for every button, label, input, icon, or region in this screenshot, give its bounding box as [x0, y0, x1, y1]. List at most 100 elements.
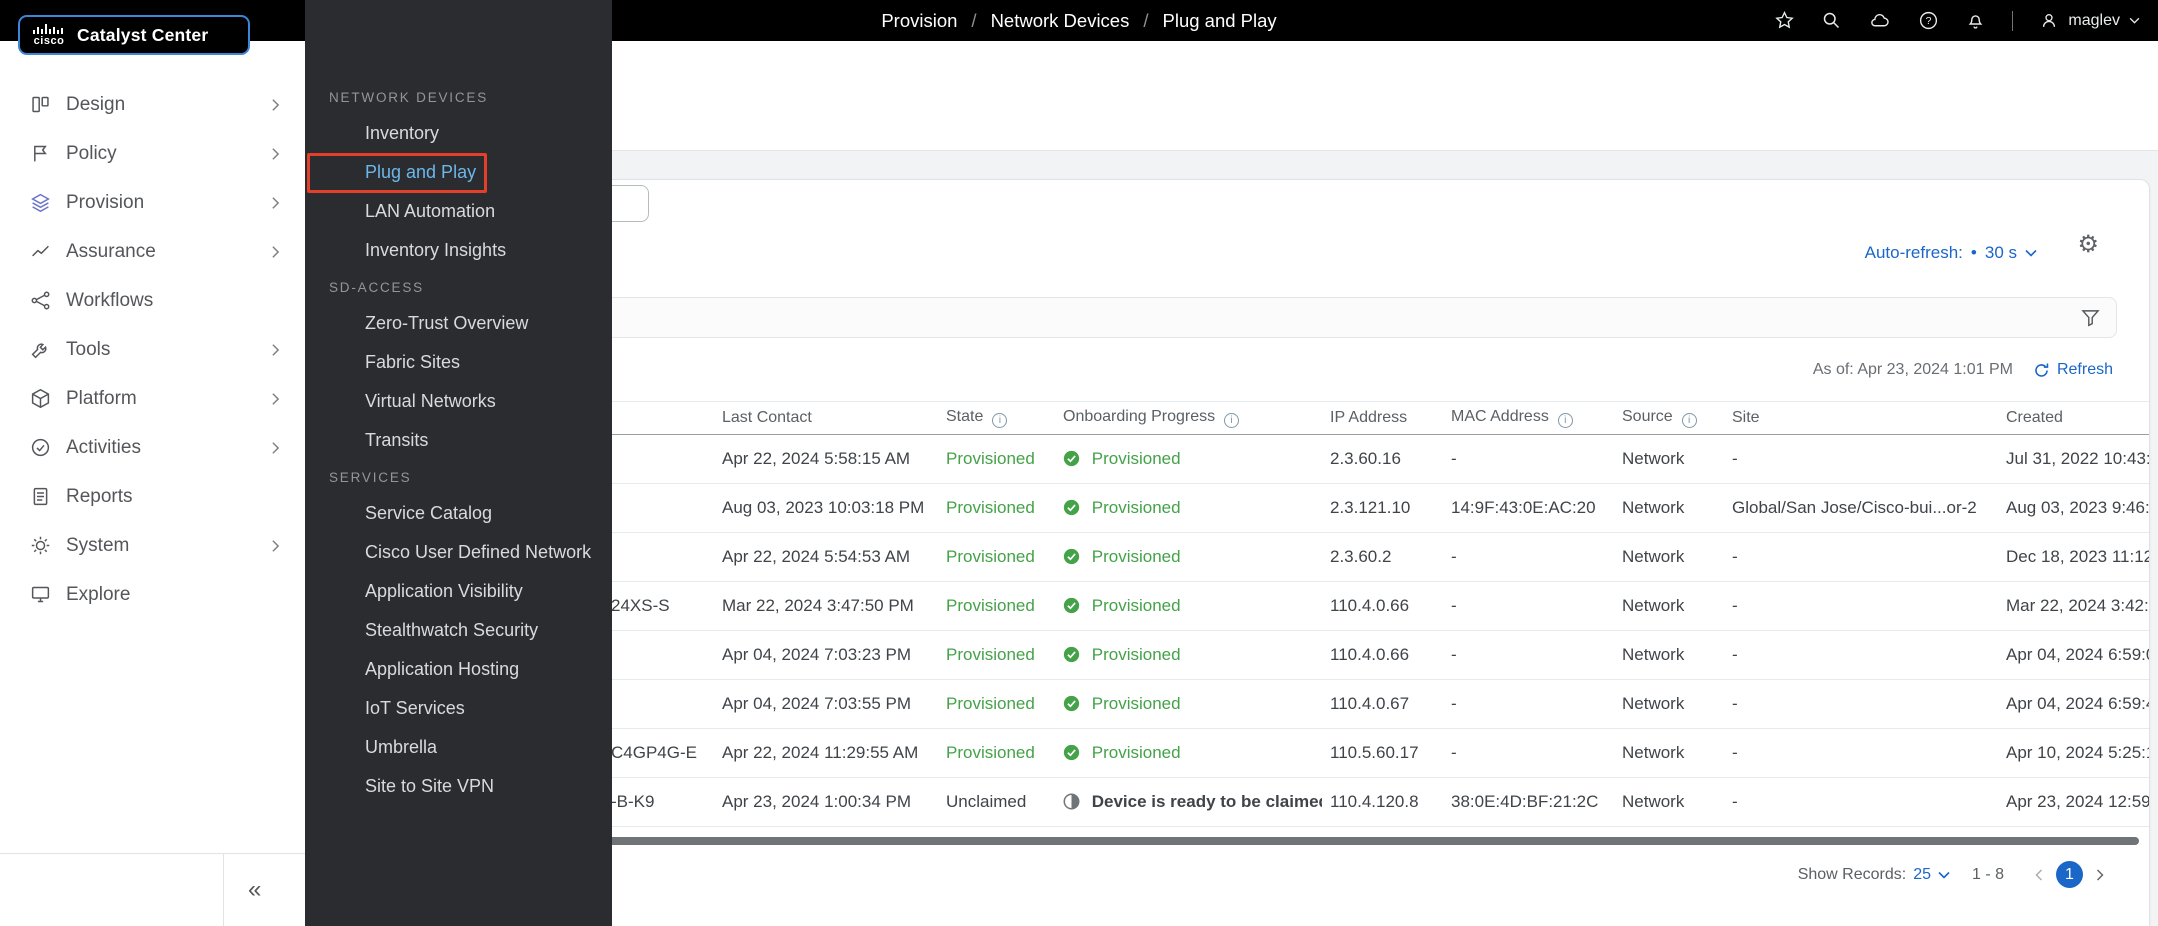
- source-cell: Network: [1614, 532, 1724, 582]
- column-header-mac-address[interactable]: MAC Address i: [1443, 401, 1614, 435]
- sidebar-menu: Design Policy Provision Assurance Workfl…: [0, 41, 305, 853]
- check-circle-icon: [1063, 646, 1080, 663]
- topbar-actions: ? maglev: [1774, 0, 2140, 41]
- sidebar-item-platform[interactable]: Platform: [0, 374, 305, 423]
- sidebar-item-activities[interactable]: Activities: [0, 423, 305, 472]
- state-cell: Provisioned: [938, 532, 1055, 582]
- show-records-label: Show Records:: [1797, 865, 1907, 883]
- flyout-section-title: SD-ACCESS: [329, 280, 424, 295]
- sidebar-item-workflows[interactable]: Workflows: [0, 276, 305, 325]
- topbar-divider: [2012, 10, 2014, 31]
- flyout-item-plug-and-play[interactable]: Plug and Play: [305, 153, 612, 192]
- sidebar-item-policy[interactable]: Policy: [0, 129, 305, 178]
- onboarding-progress-cell: Provisioned: [1055, 728, 1322, 778]
- catalyst-center-home-button[interactable]: cisco Catalyst Center: [18, 15, 250, 55]
- current-page-button[interactable]: 1: [2056, 861, 2083, 888]
- state-cell: Provisioned: [938, 483, 1055, 533]
- check-circle-icon: [1063, 597, 1080, 614]
- ip-address-cell: 2.3.60.2: [1322, 532, 1443, 582]
- chevron-right-icon: [270, 196, 281, 210]
- previous-page-button[interactable]: [2034, 868, 2044, 882]
- column-header-last-contact[interactable]: Last Contact: [714, 401, 938, 435]
- chevron-right-icon: [270, 343, 281, 357]
- column-header-source[interactable]: Source i: [1614, 401, 1724, 435]
- collapse-sidebar-button[interactable]: «: [223, 854, 305, 926]
- column-header-site[interactable]: Site: [1724, 401, 1998, 435]
- breadcrumb-separator: /: [971, 9, 977, 31]
- auto-refresh-label: Auto-refresh:: [1864, 243, 1963, 262]
- flyout-item-inventory-insights[interactable]: Inventory Insights: [305, 231, 612, 270]
- refresh-button[interactable]: Refresh: [2033, 361, 2113, 379]
- created-cell: Dec 18, 2023 11:12: [1998, 532, 2149, 582]
- flyout-item-application-hosting[interactable]: Application Hosting: [305, 650, 612, 689]
- favorite-star-icon[interactable]: [1774, 10, 1795, 31]
- filter-funnel-icon[interactable]: [2081, 309, 2100, 327]
- state-cell: Provisioned: [938, 434, 1055, 484]
- chevron-down-icon: [1938, 871, 1950, 879]
- user-menu[interactable]: maglev: [2039, 11, 2140, 31]
- sidebar-item-design[interactable]: Design: [0, 80, 305, 129]
- onboarding-progress-cell: Provisioned: [1055, 434, 1322, 484]
- column-header-onboarding-progress[interactable]: Onboarding Progress i: [1055, 401, 1322, 435]
- cisco-wordmark: cisco: [33, 34, 65, 47]
- breadcrumb-provision[interactable]: Provision: [881, 10, 957, 32]
- breadcrumb-network-devices[interactable]: Network Devices: [991, 10, 1130, 32]
- sidebar-item-label: System: [66, 534, 130, 556]
- column-header-ip-address[interactable]: IP Address: [1322, 401, 1443, 435]
- cisco-logo-icon: cisco: [32, 23, 66, 47]
- flyout-item-iot-services[interactable]: IoT Services: [305, 689, 612, 728]
- site-cell: -: [1724, 532, 1998, 582]
- sidebar-item-provision[interactable]: Provision: [0, 178, 305, 227]
- site-cell: -: [1724, 679, 1998, 729]
- next-page-button[interactable]: [2095, 868, 2105, 882]
- flyout-item-transits[interactable]: Transits: [305, 421, 612, 460]
- info-icon[interactable]: i: [992, 412, 1008, 428]
- ip-address-cell: 110.5.60.17: [1322, 728, 1443, 778]
- sidebar-item-assurance[interactable]: Assurance: [0, 227, 305, 276]
- source-cell: Network: [1614, 581, 1724, 631]
- info-icon[interactable]: i: [1557, 412, 1573, 428]
- flyout-item-fabric-sites[interactable]: Fabric Sites: [305, 343, 612, 382]
- flyout-item-application-visibility[interactable]: Application Visibility: [305, 572, 612, 611]
- column-header-created[interactable]: Created: [1998, 401, 2149, 435]
- onboarding-progress-cell: Provisioned: [1055, 679, 1322, 729]
- cloud-icon[interactable]: [1868, 10, 1892, 31]
- show-records-select[interactable]: Show Records: 25: [1798, 866, 1950, 884]
- flyout-item-lan-automation[interactable]: LAN Automation: [305, 192, 612, 231]
- flyout-item-zero-trust-overview[interactable]: Zero-Trust Overview: [305, 304, 612, 343]
- workflows-icon: [30, 290, 51, 311]
- notifications-bell-icon[interactable]: [1965, 10, 1986, 31]
- info-icon[interactable]: i: [1224, 412, 1240, 428]
- platform-icon: [30, 388, 51, 409]
- policy-icon: [30, 143, 51, 164]
- created-cell: Apr 04, 2024 6:59:0: [1998, 630, 2149, 680]
- flyout-item-stealthwatch-security[interactable]: Stealthwatch Security: [305, 611, 612, 650]
- sidebar-item-explore[interactable]: Explore: [0, 570, 305, 619]
- last-contact-cell: Apr 04, 2024 7:03:23 PM: [714, 630, 938, 680]
- breadcrumb-plug-and-play[interactable]: Plug and Play: [1163, 10, 1277, 32]
- sidebar-item-system[interactable]: System: [0, 521, 305, 570]
- info-icon[interactable]: i: [1681, 412, 1697, 428]
- chevron-right-icon: [270, 245, 281, 259]
- help-icon[interactable]: ?: [1918, 10, 1939, 31]
- auto-refresh-control[interactable]: Auto-refresh: • 30 s: [1865, 243, 2037, 263]
- flyout-item-service-catalog[interactable]: Service Catalog: [305, 494, 612, 533]
- ready-to-claim-icon: [1063, 793, 1080, 810]
- ip-address-cell: 110.4.0.66: [1322, 581, 1443, 631]
- chevron-down-icon: [2025, 249, 2037, 257]
- table-settings-gear-icon[interactable]: ⚙: [2077, 233, 2099, 257]
- auto-refresh-value: 30 s: [1984, 243, 2017, 262]
- sidebar-item-reports[interactable]: Reports: [0, 472, 305, 521]
- column-header-state[interactable]: State i: [938, 401, 1055, 435]
- mac-address-cell: -: [1443, 630, 1614, 680]
- flyout-item-inventory[interactable]: Inventory: [305, 114, 612, 153]
- flyout-item-site-to-site-vpn[interactable]: Site to Site VPN: [305, 767, 612, 806]
- flyout-item-virtual-networks[interactable]: Virtual Networks: [305, 382, 612, 421]
- sidebar-item-tools[interactable]: Tools: [0, 325, 305, 374]
- assurance-icon: [30, 241, 51, 262]
- brand-name: Catalyst Center: [77, 24, 209, 45]
- flyout-item-umbrella[interactable]: Umbrella: [305, 728, 612, 767]
- search-icon[interactable]: [1821, 10, 1842, 31]
- activities-icon: [30, 437, 51, 458]
- flyout-item-cisco-user-defined-network[interactable]: Cisco User Defined Network: [305, 533, 612, 572]
